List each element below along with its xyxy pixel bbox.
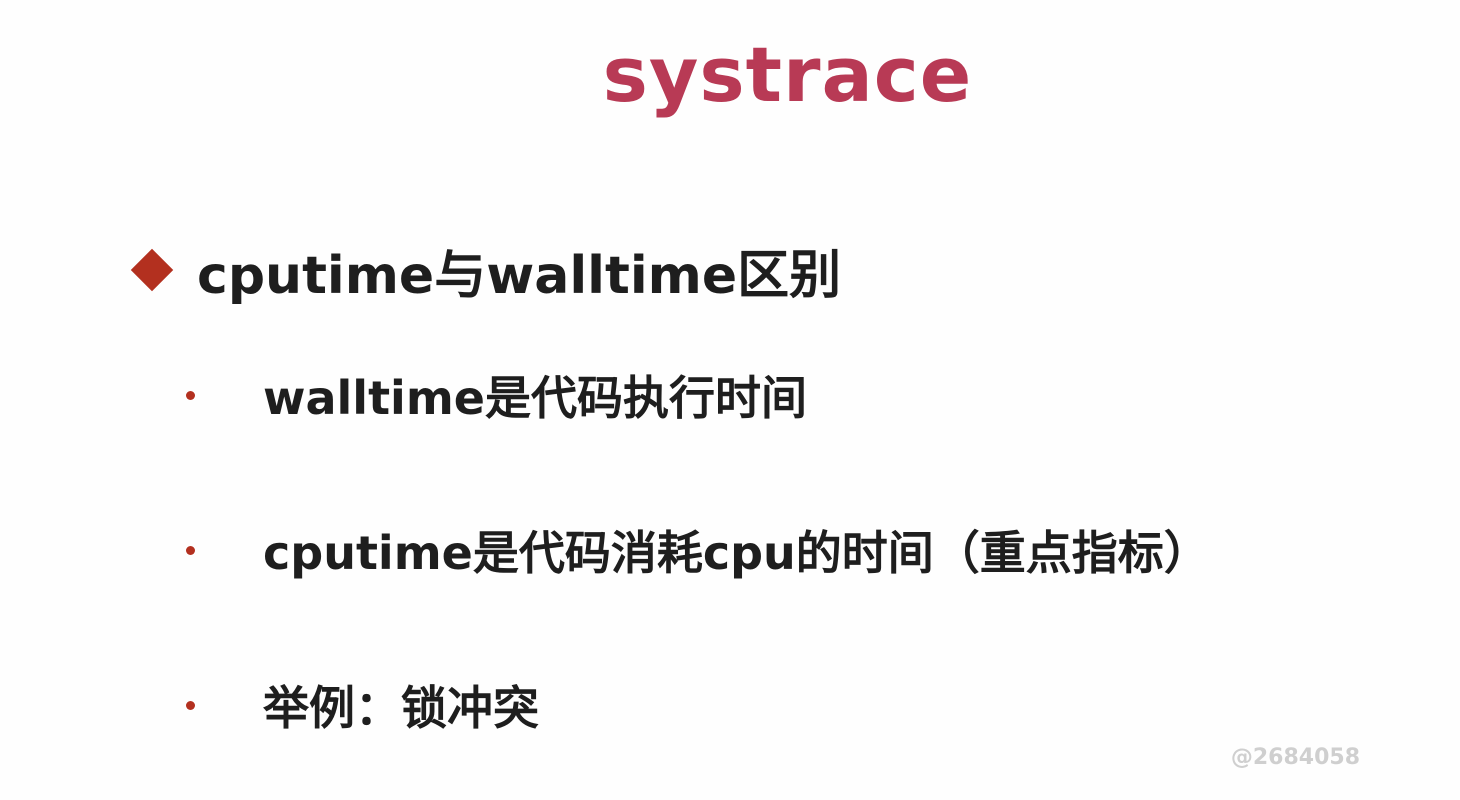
diamond-bullet-icon	[130, 248, 174, 292]
list-item: walltime是代码执行时间	[180, 360, 807, 430]
main-point: cputime与walltime区别	[130, 230, 841, 310]
dot-bullet-icon	[186, 700, 195, 710]
dot-bullet-icon	[186, 390, 195, 400]
dot-bullet-icon	[186, 545, 195, 555]
main-point-text: cputime与walltime区别	[197, 245, 842, 306]
bullet-text: cputime是代码消耗cpu的时间（重点指标）	[263, 526, 1210, 580]
slide-title: systrace	[602, 30, 973, 119]
bullet-text: walltime是代码执行时间	[263, 371, 807, 425]
list-item: 举例：锁冲突	[180, 670, 539, 740]
bullet-text: 举例：锁冲突	[263, 681, 539, 735]
list-item: cputime是代码消耗cpu的时间（重点指标）	[180, 515, 1210, 585]
watermark: @2684058	[1230, 745, 1360, 770]
slide: systrace cputime与walltime区别 walltime是代码执…	[0, 0, 1460, 800]
